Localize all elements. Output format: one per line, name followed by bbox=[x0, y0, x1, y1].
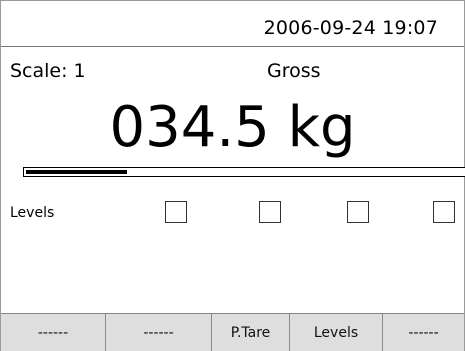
level-indicator-2 bbox=[259, 201, 281, 223]
softkey-2[interactable]: ------ bbox=[106, 314, 212, 351]
level-indicator-1 bbox=[165, 201, 187, 223]
range-bar-fill bbox=[26, 170, 127, 174]
levels-label: Levels bbox=[10, 205, 55, 221]
level-indicator-3 bbox=[347, 201, 369, 223]
softkey-1[interactable]: ------ bbox=[1, 314, 106, 351]
weighing-mode: Gross bbox=[267, 60, 321, 82]
date-time-display: 2006-09-24 19:07 bbox=[263, 17, 438, 39]
softkey-levels[interactable]: Levels bbox=[290, 314, 383, 351]
softkey-ptare[interactable]: P.Tare bbox=[212, 314, 290, 351]
header-divider bbox=[1, 46, 464, 47]
softkey-5[interactable]: ------ bbox=[383, 314, 464, 351]
weight-display: 034.5 kg bbox=[109, 95, 356, 160]
terminal-screen: 2006-09-24 19:07 Scale: 1 Gross 034.5 kg… bbox=[0, 0, 465, 351]
level-indicator-4 bbox=[433, 201, 455, 223]
scale-number: Scale: 1 bbox=[10, 60, 86, 82]
softkey-bar: ------ ------ P.Tare Levels ------ bbox=[1, 313, 464, 351]
range-bar bbox=[23, 167, 465, 177]
